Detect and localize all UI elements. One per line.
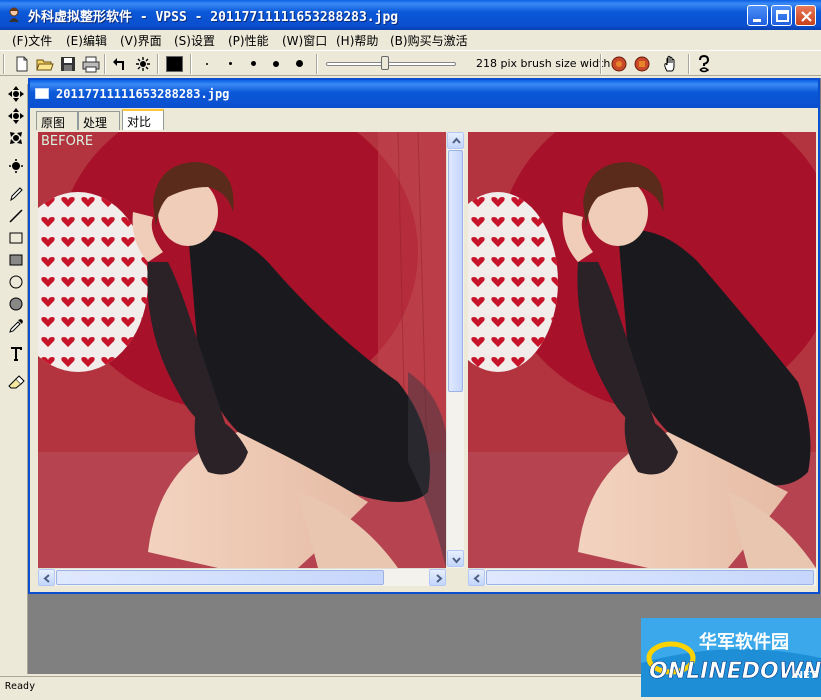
eraser-icon[interactable]	[6, 372, 26, 392]
undo-icon[interactable]	[110, 54, 130, 74]
menu-window[interactable]: (W)窗口	[282, 32, 327, 48]
document-title: 20117711111653288283.jpg	[56, 87, 230, 101]
minimize-button[interactable]	[747, 5, 768, 26]
close-button[interactable]	[795, 5, 816, 26]
vertical-scroll-thumb[interactable]	[448, 150, 463, 392]
tool-palette	[4, 84, 28, 674]
document-title-bar[interactable]: 20117711111653288283.jpg	[30, 80, 818, 108]
menu-view[interactable]: (V)界面	[120, 32, 162, 48]
scroll-right-button[interactable]	[429, 569, 446, 586]
window-title: 外科虚拟整形软件 - VPSS - 20117711111653288283.j…	[28, 10, 399, 25]
brush-size-slider[interactable]	[326, 62, 456, 66]
center-icon[interactable]	[6, 156, 26, 176]
brush-size-3[interactable]	[251, 61, 256, 66]
brush-size-label: 218 pix brush size width	[476, 57, 611, 70]
minimize-icon	[753, 19, 761, 22]
menu-file[interactable]: (F)文件	[12, 32, 52, 48]
before-image-pane: BEFORE	[38, 132, 446, 568]
before-photo	[38, 132, 446, 568]
line-icon[interactable]	[6, 206, 26, 226]
brush-size-2[interactable]	[229, 62, 232, 65]
chevron-left-icon	[473, 574, 480, 583]
watermark-logo-graphic: 华军软件园 ONLINEDOWN .NET	[641, 618, 821, 697]
move-all-icon[interactable]	[6, 84, 26, 104]
document-icon	[35, 88, 49, 99]
application-window: 外科虚拟整形软件 - VPSS - 20117711111653288283.j…	[0, 0, 821, 697]
filled-rectangle-icon[interactable]	[6, 250, 26, 270]
menu-buy-activate[interactable]: (B)购买与激活	[390, 32, 468, 48]
after-horizontal-scroll-thumb[interactable]	[486, 570, 814, 585]
menu-settings[interactable]: (S)设置	[174, 32, 215, 48]
rectangle-icon[interactable]	[6, 228, 26, 248]
watermark-suffix: .NET	[791, 670, 817, 681]
onlinedown-watermark-logo: 华军软件园 ONLINEDOWN .NET	[641, 618, 821, 697]
horizontal-scroll-thumb[interactable]	[56, 570, 384, 585]
menu-bar: (F)文件 (E)编辑 (V)界面 (S)设置 (P)性能 (W)窗口 (H)帮…	[0, 30, 821, 50]
eyedropper-icon[interactable]	[6, 316, 26, 336]
brush-size-5[interactable]	[296, 60, 303, 67]
menu-help[interactable]: (H)帮助	[336, 32, 378, 48]
toolbar-grip	[3, 54, 5, 74]
resize-icon[interactable]	[6, 128, 26, 148]
app-icon	[9, 7, 19, 22]
tab-processed[interactable]: 处理	[78, 111, 120, 130]
hand-icon[interactable]	[661, 54, 681, 74]
ellipse-icon[interactable]	[6, 272, 26, 292]
title-bar[interactable]: 外科虚拟整形软件 - VPSS - 20117711111653288283.j…	[0, 0, 821, 30]
brightness-icon[interactable]	[133, 54, 153, 74]
brush-size-slider-thumb[interactable]	[380, 56, 389, 70]
scroll-up-button[interactable]	[447, 132, 464, 149]
status-text: Ready	[5, 681, 36, 692]
before-vertical-scrollbar[interactable]	[446, 132, 464, 568]
open-folder-icon[interactable]	[35, 54, 55, 74]
stop-icon[interactable]	[632, 54, 652, 74]
after-photo	[468, 132, 816, 568]
brush-size-1[interactable]	[206, 63, 208, 65]
toolbar: 218 pix brush size width	[0, 50, 821, 76]
help-icon[interactable]	[694, 54, 714, 74]
chevron-right-icon	[436, 574, 443, 583]
text-icon[interactable]	[6, 344, 26, 364]
scroll-left-button[interactable]	[38, 569, 55, 586]
record-icon[interactable]	[609, 54, 629, 74]
before-label: BEFORE	[41, 134, 94, 149]
filled-ellipse-icon[interactable]	[6, 294, 26, 314]
after-scroll-left-button[interactable]	[468, 569, 485, 586]
close-icon	[801, 11, 812, 22]
chevron-down-icon	[452, 557, 461, 564]
save-icon[interactable]	[58, 54, 78, 74]
chevron-up-icon	[452, 137, 461, 144]
menu-edit[interactable]: (E)编辑	[66, 32, 107, 48]
menu-performance[interactable]: (P)性能	[228, 32, 269, 48]
brush-size-4[interactable]	[273, 61, 279, 67]
print-icon[interactable]	[81, 54, 101, 74]
tab-compare[interactable]: 对比	[122, 109, 164, 130]
pencil-icon[interactable]	[6, 184, 26, 204]
watermark-line1: 华军软件园	[699, 631, 789, 653]
chevron-left-icon	[43, 574, 50, 583]
scroll-down-button[interactable]	[447, 550, 464, 567]
move-icon[interactable]	[6, 106, 26, 126]
maximize-button[interactable]	[771, 5, 792, 26]
new-file-icon[interactable]	[12, 54, 32, 74]
maximize-icon	[776, 10, 789, 22]
after-horizontal-scrollbar[interactable]	[468, 568, 816, 586]
document-window: 20117711111653288283.jpg 原图 处理 对比 BEFORE	[28, 78, 820, 594]
before-horizontal-scrollbar[interactable]	[38, 568, 446, 586]
color-swatch-icon[interactable]	[166, 56, 183, 72]
after-image-pane	[468, 132, 816, 568]
tab-original[interactable]: 原图	[36, 111, 78, 130]
